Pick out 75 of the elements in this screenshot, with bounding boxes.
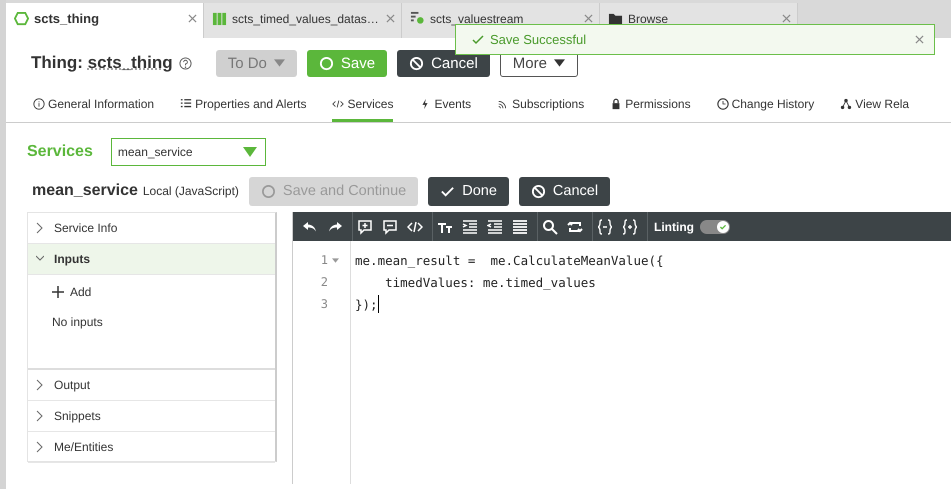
line-number: 1 — [320, 253, 328, 267]
info-icon — [33, 98, 45, 110]
clock-icon — [716, 98, 729, 110]
tab-label: Browse — [628, 12, 670, 26]
chevron-right-icon — [36, 222, 44, 234]
hierarchy-icon — [840, 98, 852, 110]
code-line: }); — [355, 296, 378, 312]
linting-label: Linting — [654, 220, 694, 234]
toggle-knob — [716, 220, 729, 232]
section-tab[interactable]: Events — [419, 88, 472, 122]
tab-label: scts_timed_values_datas… — [232, 12, 380, 26]
close-icon[interactable] — [386, 14, 395, 23]
code-line: me.mean_result = me.CalculateMeanValue({ — [355, 252, 664, 268]
cancel-icon — [409, 56, 424, 70]
section-tab[interactable]: View Rela — [840, 88, 910, 122]
done-button[interactable]: Done — [428, 176, 509, 206]
list-icon — [180, 98, 192, 110]
section-tab[interactable]: Permissions — [610, 88, 691, 122]
braces-plus-icon[interactable] — [622, 218, 638, 234]
align-icon[interactable] — [512, 218, 528, 234]
help-icon[interactable] — [178, 56, 192, 70]
caret-icon — [554, 59, 565, 67]
close-icon[interactable] — [584, 14, 593, 23]
empty-message: No inputs — [52, 315, 104, 329]
accordion-header[interactable]: Me/Entities — [28, 432, 275, 463]
line-number: 3 — [320, 297, 328, 311]
check-icon — [472, 34, 484, 46]
service-name: mean_service — [32, 182, 138, 200]
services-heading: Services — [27, 143, 93, 161]
service-select[interactable]: mean_service — [110, 138, 266, 166]
close-icon[interactable] — [188, 14, 197, 23]
plus-icon — [52, 286, 64, 298]
caret-icon — [274, 59, 285, 67]
comment-icon[interactable] — [382, 218, 398, 234]
close-icon[interactable] — [915, 35, 924, 44]
section-tab[interactable]: General Information — [33, 88, 154, 122]
code-line: timedValues: me.timed_values — [384, 274, 596, 290]
document-tab[interactable]: scts_timed_values_datas… — [204, 3, 402, 38]
service-type: Local (JavaScript) — [142, 184, 239, 198]
section-tab[interactable]: Subscriptions — [497, 88, 584, 122]
comment-add-icon[interactable] — [357, 218, 373, 234]
circle-icon — [260, 184, 276, 198]
chevron-right-icon — [36, 441, 44, 453]
tab-label: scts_valuestream — [430, 12, 524, 26]
accordion-header[interactable]: Snippets — [28, 401, 275, 432]
columns-icon — [212, 11, 227, 26]
section-tab[interactable]: Properties and Alerts — [180, 88, 306, 122]
caret-icon — [242, 147, 257, 157]
cancel-button[interactable]: Cancel — [518, 176, 610, 206]
section-tab[interactable]: Change History — [716, 88, 814, 122]
search-icon[interactable] — [542, 218, 558, 234]
line-number: 2 — [320, 275, 328, 289]
hexagon-icon — [14, 11, 29, 26]
linting-toggle[interactable] — [700, 220, 730, 234]
indent-right-icon[interactable] — [487, 218, 503, 234]
chevron-right-icon — [36, 410, 44, 422]
section-tab[interactable]: Services — [332, 88, 394, 122]
binary-stream-icon — [410, 11, 425, 26]
tab-label: scts_thing — [34, 11, 100, 26]
chevron-right-icon — [36, 379, 44, 391]
accordion-header[interactable]: Output — [28, 370, 275, 401]
indent-left-icon[interactable] — [462, 218, 478, 234]
lock-icon — [610, 98, 622, 110]
braces-icon[interactable] — [597, 218, 613, 234]
code-icon — [332, 98, 344, 110]
fold-icon[interactable] — [332, 258, 339, 262]
add-button[interactable]: Add — [52, 285, 275, 299]
cancel-icon — [530, 184, 546, 198]
folder-icon — [608, 11, 623, 26]
document-tab[interactable]: scts_thing — [6, 3, 204, 38]
close-icon[interactable] — [782, 14, 791, 23]
cancel-button[interactable]: Cancel — [397, 50, 490, 76]
entity-title: Thing: scts_thing — [31, 53, 173, 73]
circle-icon — [318, 56, 334, 70]
accordion-header[interactable]: Inputs — [28, 244, 275, 275]
